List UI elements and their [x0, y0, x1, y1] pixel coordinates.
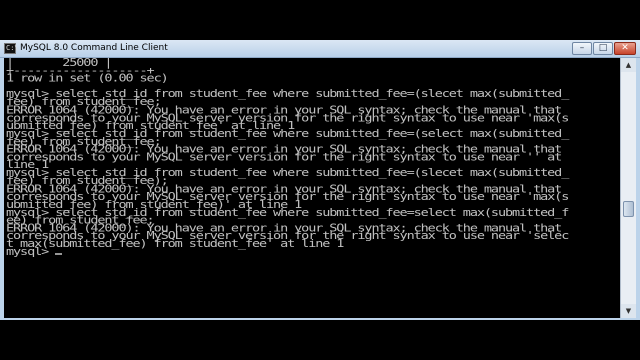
- scroll-up-icon: ▲: [625, 61, 632, 69]
- minimize-icon: –: [579, 43, 585, 53]
- vertical-scrollbar[interactable]: ▲ ▼: [620, 58, 636, 318]
- console-line: mysql>: [6, 245, 56, 259]
- maximize-icon: □: [598, 43, 608, 53]
- cmd-app-icon[interactable]: C:\: [4, 43, 19, 54]
- mysql-client-window: C:\ MySQL 8.0 Command Line Client – □ ✕ …: [0, 40, 640, 320]
- console-output[interactable]: | 25000 | +-------------------+ 1 row in…: [4, 58, 620, 318]
- close-button[interactable]: ✕: [614, 42, 636, 55]
- close-icon: ✕: [621, 43, 629, 53]
- window-title: MySQL 8.0 Command Line Client: [20, 43, 168, 53]
- scroll-down-icon: ▼: [625, 307, 632, 315]
- scroll-up-button[interactable]: ▲: [621, 58, 636, 72]
- minimize-button[interactable]: –: [572, 42, 592, 55]
- text-cursor: [55, 253, 63, 255]
- scroll-thumb[interactable]: [623, 201, 634, 217]
- maximize-button[interactable]: □: [593, 42, 613, 55]
- console-line: 1 row in set (0.00 sec): [6, 72, 169, 85]
- title-bar[interactable]: C:\ MySQL 8.0 Command Line Client – □ ✕: [0, 40, 640, 58]
- scroll-down-button[interactable]: ▼: [621, 304, 636, 318]
- console-text: | 25000 | +-------------------+ 1 row in…: [6, 58, 569, 259]
- console-line: t max(submitted_fee) from student_fee' a…: [6, 237, 344, 251]
- console-line: corresponds to your MySQL server version…: [6, 151, 562, 164]
